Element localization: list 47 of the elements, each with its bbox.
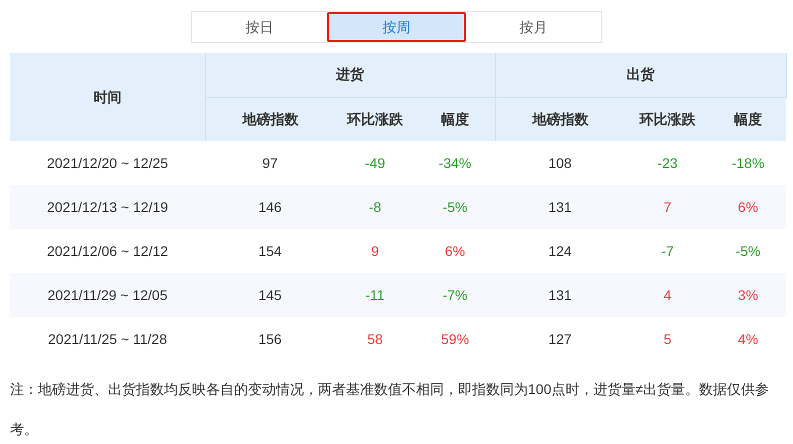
index-cell: 131 [548, 286, 572, 302]
column-header: 地磅指数 [242, 110, 298, 127]
change-cell: -49 [364, 154, 386, 170]
change-cell: -8 [368, 198, 382, 214]
footnote: 注：地磅进货、出货指数均反映各自的变动情况，两者基准数值不相同，即指数同为100点时，进货量≠出货量。数据仅供参考。 [9, 380, 770, 439]
index-cell: 145 [258, 286, 282, 302]
index-cell: 154 [258, 242, 282, 258]
index-cell: 131 [548, 198, 572, 214]
percent-cell: 6% [444, 242, 466, 258]
percent-cell: 59% [441, 330, 470, 346]
percent-cell: -5% [736, 242, 760, 258]
change-cell: 58 [367, 330, 383, 346]
time-cell: 2021/12/13 ~ 12/19 [46, 198, 168, 214]
index-cell: 127 [548, 330, 572, 346]
group-header: 出货 [626, 66, 655, 82]
index-cell: 124 [548, 242, 572, 258]
period-tab[interactable]: 按月 [466, 12, 601, 42]
percent-cell: -5% [442, 198, 468, 214]
column-header: 地磅指数 [532, 110, 588, 127]
change-cell: -11 [365, 286, 385, 302]
time-cell: 2021/11/25 ~ 11/28 [48, 330, 167, 346]
percent-cell: -18% [732, 154, 764, 170]
change-cell: -23 [657, 154, 678, 170]
period-tab[interactable]: 按日 [192, 12, 327, 42]
index-cell: 146 [258, 198, 282, 214]
column-header: 幅度 [734, 110, 762, 127]
change-cell: 9 [371, 242, 379, 258]
percent-cell: 3% [738, 286, 758, 302]
percent-cell: -34% [438, 154, 472, 170]
column-header: 环比涨跌 [347, 110, 403, 127]
change-cell: -7 [661, 242, 674, 258]
percent-cell: -7% [442, 286, 468, 302]
time-cell: 2021/12/06 ~ 12/12 [46, 242, 168, 258]
change-cell: 5 [664, 330, 672, 346]
index-cell: 156 [258, 330, 282, 346]
group-header: 进货 [336, 66, 364, 82]
percent-cell: 4% [738, 330, 758, 346]
column-header: 环比涨跌 [640, 110, 696, 127]
column-header: 幅度 [440, 110, 469, 127]
index-cell: 97 [262, 154, 278, 170]
change-cell: 7 [664, 198, 672, 214]
column-header: 时间 [93, 88, 122, 104]
change-cell: 4 [664, 286, 672, 302]
percent-cell: 6% [738, 198, 758, 214]
time-cell: 2021/11/29 ~ 12/05 [47, 286, 168, 302]
index-cell: 108 [548, 154, 572, 170]
time-cell: 2021/12/20 ~ 12/25 [46, 154, 168, 170]
